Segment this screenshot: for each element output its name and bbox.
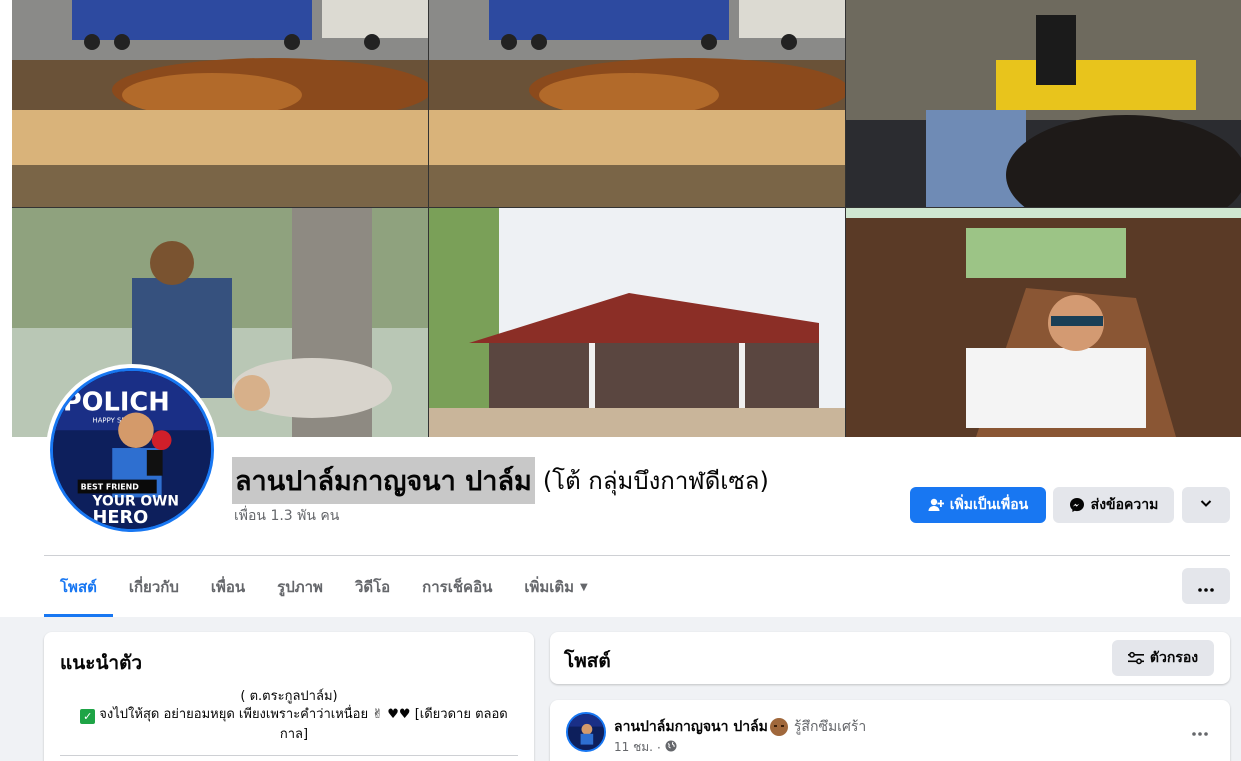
avatar-text-top: POLICH (63, 388, 170, 418)
tab-friends[interactable]: เพื่อน (195, 557, 261, 617)
post-card: ลานปาล์มกาญจนา ปาล์ม รู้สึกซึมเศร้า 11 ช… (550, 700, 1230, 761)
posts-title: โพสต์ (564, 650, 611, 672)
tab-more[interactable]: เพิ่มเติม ▼ (508, 557, 603, 617)
filter-label: ตัวกรอง (1149, 650, 1199, 666)
tabs-more-button[interactable] (1182, 568, 1230, 604)
post-time[interactable]: 11 ชม. (614, 738, 653, 757)
add-friend-button[interactable]: เพิ่มเป็นเพื่อน (910, 487, 1046, 523)
avatar-text-own: YOUR OWN (92, 493, 179, 509)
friends-count[interactable]: เพื่อน 1.3 พัน คน (234, 505, 339, 527)
intro-nickname: ( ต.ตระกูลปาล์ม) (240, 689, 338, 704)
message-button[interactable]: ส่งข้อความ (1053, 487, 1174, 523)
globe-icon[interactable] (665, 740, 677, 755)
tab-videos[interactable]: วิดีโอ (339, 557, 406, 617)
cover-tile-tractor-cab (846, 0, 1241, 207)
avatar-text-hero: HERO (93, 508, 149, 528)
caret-down-icon: ▼ (580, 581, 588, 593)
chevron-down-icon (1199, 496, 1213, 514)
profile-more-button[interactable] (1182, 487, 1230, 523)
message-label: ส่งข้อความ (1090, 497, 1159, 513)
post-author-avatar[interactable] (566, 712, 606, 752)
intro-title: แนะนำตัว (60, 652, 143, 674)
intro-card: แนะนำตัว ( ต.ตระกูลปาล์ม) ✓ จงไปให้สุด อย… (44, 632, 534, 761)
profile-avatar[interactable]: POLICH HAPPY SPRIN BEST FRIEND YOUR OWN … (46, 364, 218, 536)
header-divider (44, 555, 1230, 556)
post-feeling: รู้สึกซึมเศร้า (793, 719, 867, 735)
ellipsis-icon (1192, 721, 1208, 740)
cover-tile-palm-trucks-1 (12, 0, 428, 207)
add-person-icon (928, 497, 944, 513)
profile-tabs: โพสต์ เกี่ยวกับ เพื่อน รูปภาพ วิดีโอ การ… (44, 557, 604, 617)
profile-name: ลานปาล์มกาญจนา ปาล์ม (232, 456, 535, 504)
tab-posts[interactable]: โพสต์ (44, 557, 113, 617)
profile-name-row: ลานปาล์มกาญจนา ปาล์ม (โต้ กลุ่มบึงกาฬดีเ… (232, 456, 769, 504)
posts-header-card: โพสต์ ตัวกรอง (550, 632, 1230, 684)
messenger-icon (1069, 497, 1085, 513)
ellipsis-icon (1198, 577, 1214, 596)
intro-divider (60, 755, 518, 756)
sad-face-icon (769, 718, 788, 736)
cover-tile-man-on-phone (846, 208, 1241, 437)
filter-button[interactable]: ตัวกรอง (1112, 640, 1214, 676)
checkmark-icon: ✓ (80, 709, 96, 724)
cover-tile-warehouse-shed (429, 208, 845, 437)
intro-bio: ✓ จงไปให้สุด อย่ายอมหยุด เพียงเพราะคำว่าเ… (74, 705, 514, 745)
post-author-name[interactable]: ลานปาล์มกาญจนา ปาล์ม (614, 716, 768, 738)
post-author[interactable]: ลานปาล์มกาญจนา ปาล์ม รู้สึกซึมเศร้า (614, 716, 866, 738)
add-friend-label: เพิ่มเป็นเพื่อน (949, 497, 1029, 513)
tab-photos[interactable]: รูปภาพ (261, 557, 339, 617)
post-options-button[interactable] (1186, 716, 1214, 744)
post-meta: 11 ชม. · (614, 738, 677, 757)
tab-about[interactable]: เกี่ยวกับ (113, 557, 195, 617)
cover-tile-palm-trucks-2 (429, 0, 845, 207)
profile-alternate-name: (โต้ กลุ่มบึงกาฬดีเซล) (542, 466, 769, 495)
avatar-text-best: BEST FRIEND (81, 483, 140, 492)
tab-checkins[interactable]: การเช็คอิน (406, 557, 508, 617)
cover-photo[interactable] (12, 0, 1241, 437)
sliders-icon (1127, 651, 1144, 665)
meta-separator: · (656, 740, 661, 755)
